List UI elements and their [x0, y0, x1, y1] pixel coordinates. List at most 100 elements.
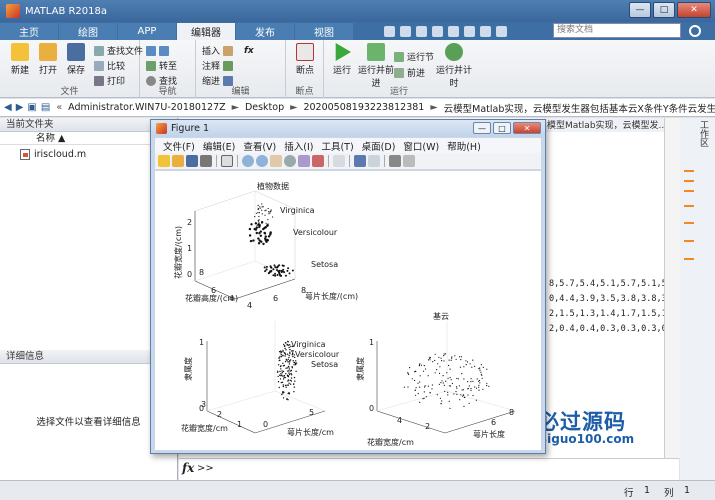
- virginica-point: [267, 219, 269, 221]
- quick-switch-icon[interactable]: [480, 26, 491, 37]
- editor-scrollbar[interactable]: [664, 118, 680, 458]
- base-cloud-point: [448, 364, 450, 367]
- pointer-icon[interactable]: [221, 155, 233, 167]
- path-segment[interactable]: Desktop: [245, 102, 284, 113]
- fx-button[interactable]: fx: [244, 44, 254, 57]
- plot-1-label-virginica: Virginica: [280, 206, 315, 215]
- colorbar-icon[interactable]: [354, 155, 366, 167]
- save-figure-icon[interactable]: [186, 155, 198, 167]
- virginica-point: [272, 216, 274, 218]
- virginica-point: [257, 208, 259, 211]
- breakpoint-button[interactable]: 断点: [289, 43, 321, 76]
- save-button[interactable]: 保存: [60, 43, 92, 76]
- hide-plot-tools-icon[interactable]: [389, 155, 401, 167]
- matlab-logo-icon: [6, 4, 20, 18]
- plot-1-label-setosa: Setosa: [311, 260, 338, 269]
- cloud-drop-point: [279, 350, 282, 352]
- address-bar: ◀ ▶ ▣ ▤ « Administrator.WIN7U-20180127Z …: [0, 99, 715, 117]
- legend-icon[interactable]: [368, 155, 380, 167]
- command-window[interactable]: fx >>: [179, 458, 679, 480]
- figure-minimize-button[interactable]: —: [473, 122, 491, 134]
- tab-publish[interactable]: 发布: [236, 23, 294, 40]
- menu-insert[interactable]: 插入(I): [284, 139, 313, 153]
- open-file-icon[interactable]: [172, 155, 184, 167]
- base-cloud-point: [419, 386, 421, 388]
- quick-save-icon[interactable]: [384, 26, 395, 37]
- menu-desktop[interactable]: 桌面(D): [362, 139, 396, 153]
- rotate-icon[interactable]: [284, 155, 296, 167]
- link-plot-icon[interactable]: [333, 155, 345, 167]
- tab-apps[interactable]: APP: [118, 23, 176, 40]
- goto-button[interactable]: 转至: [146, 59, 177, 72]
- base-cloud-point: [418, 364, 421, 366]
- pan-icon[interactable]: [270, 155, 282, 167]
- comment-button[interactable]: 注释: [202, 59, 234, 72]
- tab-view[interactable]: 视图: [295, 23, 353, 40]
- cloud-drop-point: [286, 384, 288, 386]
- path-segment[interactable]: 云模型Matlab实现，云模型发生器包括基本云X条件Y条件云发生器: [444, 101, 715, 115]
- search-icon[interactable]: [689, 25, 701, 37]
- figure-window[interactable]: Figure 1 — □ ✕ 文件(F) 编辑(E) 查看(V) 插入(I) 工…: [150, 119, 546, 454]
- advance-button[interactable]: 前进: [394, 66, 425, 79]
- insert-button[interactable]: 插入: [202, 44, 234, 57]
- versicolour-point: [264, 235, 267, 238]
- editor-tab[interactable]: 模型Matlab实现，云模型发...: [544, 118, 664, 132]
- quick-copy-icon[interactable]: [416, 26, 427, 37]
- quick-cut-icon[interactable]: [400, 26, 411, 37]
- figure-maximize-button[interactable]: □: [493, 122, 511, 134]
- brush-icon[interactable]: [312, 155, 324, 167]
- compare-button[interactable]: 比较: [94, 59, 125, 72]
- folder-up-icon[interactable]: ▣: [27, 102, 36, 114]
- workspace-label[interactable]: 工作区: [697, 120, 710, 147]
- path-segment[interactable]: 20200508193223812381: [303, 102, 424, 113]
- base-cloud-point: [444, 353, 447, 355]
- close-button[interactable]: ✕: [677, 2, 711, 18]
- base-cloud-point: [419, 375, 421, 377]
- find-files-button[interactable]: 查找文件: [94, 44, 143, 57]
- cloud-drop-point: [290, 372, 292, 375]
- path-segment[interactable]: Administrator.WIN7U-20180127Z: [68, 102, 226, 113]
- versicolour-point: [257, 237, 260, 240]
- menu-help[interactable]: 帮助(H): [447, 139, 481, 153]
- menu-view[interactable]: 查看(V): [243, 139, 276, 153]
- print-figure-icon[interactable]: [200, 155, 212, 167]
- window-title: MATLAB R2018a: [25, 5, 108, 17]
- cloud-drop-point: [279, 374, 281, 376]
- tab-editor[interactable]: 编辑器: [177, 23, 235, 40]
- data-cursor-icon[interactable]: [298, 155, 310, 167]
- browse-folder-icon[interactable]: ▤: [41, 102, 50, 114]
- maximize-button[interactable]: □: [653, 2, 675, 18]
- search-input[interactable]: 搜索文档: [553, 23, 681, 38]
- figure-close-button[interactable]: ✕: [513, 122, 541, 134]
- menu-edit[interactable]: 编辑(E): [203, 139, 235, 153]
- menu-tools[interactable]: 工具(T): [321, 139, 353, 153]
- forward-arrow-icon[interactable]: ▶: [16, 102, 24, 114]
- run-section-button[interactable]: 运行节: [394, 50, 434, 63]
- tab-home[interactable]: 主页: [0, 23, 58, 40]
- back-arrow-icon[interactable]: ◀: [4, 102, 12, 114]
- virginica-point: [269, 211, 271, 213]
- breakpoint-icon: [296, 43, 314, 61]
- base-cloud-point: [450, 359, 452, 361]
- tab-plots[interactable]: 绘图: [59, 23, 117, 40]
- help-icon[interactable]: [496, 26, 507, 37]
- minimize-button[interactable]: —: [629, 2, 651, 18]
- new-figure-icon[interactable]: [158, 155, 170, 167]
- run-and-time-button[interactable]: 运行并计时: [434, 43, 474, 89]
- cloud-drop-point: [289, 348, 291, 351]
- quick-undo-icon[interactable]: [448, 26, 459, 37]
- menu-window[interactable]: 窗口(W): [403, 139, 439, 153]
- run-and-advance-button[interactable]: 运行并前进: [358, 43, 394, 89]
- menu-file[interactable]: 文件(F): [163, 139, 195, 153]
- zoom-out-icon[interactable]: [256, 155, 268, 167]
- quick-paste-icon[interactable]: [432, 26, 443, 37]
- goto-icon: [146, 60, 156, 71]
- figure-canvas[interactable]: 植物数据 Virginica Versicolour Setosa 萼片长度/(…: [155, 171, 541, 450]
- quick-redo-icon[interactable]: [464, 26, 475, 37]
- base-cloud-point: [472, 394, 474, 397]
- cloud-drop-point: [277, 375, 279, 378]
- run-button[interactable]: 运行: [326, 43, 358, 76]
- nav-arrows-button[interactable]: [146, 44, 169, 57]
- show-plot-tools-icon[interactable]: [403, 155, 415, 167]
- zoom-in-icon[interactable]: [242, 155, 254, 167]
